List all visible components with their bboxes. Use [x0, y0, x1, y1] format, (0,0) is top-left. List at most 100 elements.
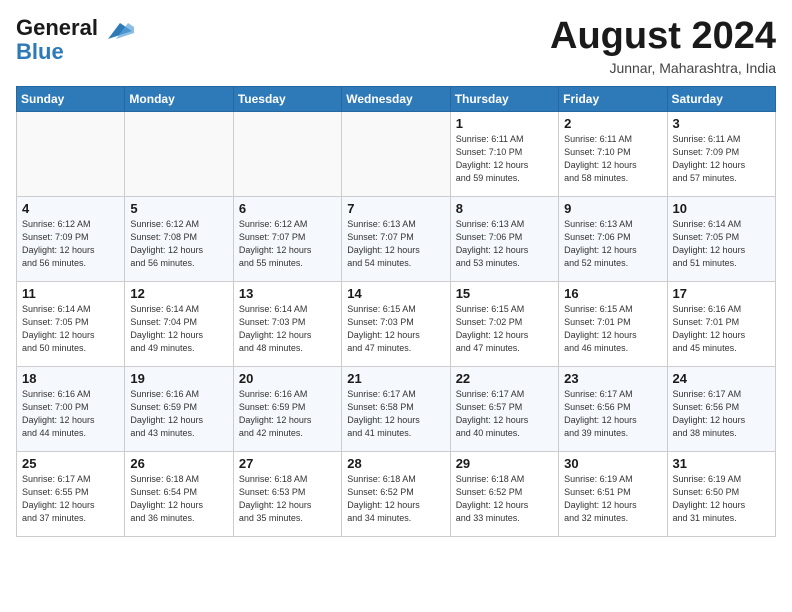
calendar-cell: 1 Sunrise: 6:11 AM Sunset: 7:10 PM Daylig…	[450, 111, 558, 196]
calendar-cell: 24 Sunrise: 6:17 AM Sunset: 6:56 PM Dayli…	[667, 366, 775, 451]
day-info: Sunrise: 6:15 AM Sunset: 7:02 PM Dayligh…	[456, 303, 553, 355]
calendar-cell: 16 Sunrise: 6:15 AM Sunset: 7:01 PM Dayli…	[559, 281, 667, 366]
day-number: 27	[239, 456, 336, 471]
day-number: 4	[22, 201, 119, 216]
calendar-cell: 20Sunrise: 6:16 AM Sunset: 6:59 PM Dayli…	[233, 366, 341, 451]
day-info: Sunrise: 6:18 AM Sunset: 6:53 PM Dayligh…	[239, 473, 336, 525]
calendar-cell: 28 Sunrise: 6:18 AM Sunset: 6:52 PM Dayli…	[342, 451, 450, 536]
logo: General Blue	[16, 16, 134, 64]
calendar-cell: 5 Sunrise: 6:12 AM Sunset: 7:08 PM Daylig…	[125, 196, 233, 281]
weekday-header-saturday: Saturday	[667, 86, 775, 111]
day-number: 12	[130, 286, 227, 301]
calendar-cell: 26Sunrise: 6:18 AM Sunset: 6:54 PM Dayli…	[125, 451, 233, 536]
calendar-cell: 3Sunrise: 6:11 AM Sunset: 7:09 PM Daylig…	[667, 111, 775, 196]
calendar-cell: 2 Sunrise: 6:11 AM Sunset: 7:10 PM Daylig…	[559, 111, 667, 196]
weekday-header-thursday: Thursday	[450, 86, 558, 111]
calendar-cell: 13 Sunrise: 6:14 AM Sunset: 7:03 PM Dayli…	[233, 281, 341, 366]
day-info: Sunrise: 6:17 AM Sunset: 6:56 PM Dayligh…	[564, 388, 661, 440]
day-number: 8	[456, 201, 553, 216]
calendar-cell: 22 Sunrise: 6:17 AM Sunset: 6:57 PM Dayli…	[450, 366, 558, 451]
day-info: Sunrise: 6:12 AM Sunset: 7:09 PM Dayligh…	[22, 218, 119, 270]
day-info: Sunrise: 6:16 AM Sunset: 7:01 PM Dayligh…	[673, 303, 770, 355]
calendar-cell: 25 Sunrise: 6:17 AM Sunset: 6:55 PM Dayli…	[17, 451, 125, 536]
calendar-cell: 15 Sunrise: 6:15 AM Sunset: 7:02 PM Dayli…	[450, 281, 558, 366]
day-number: 11	[22, 286, 119, 301]
day-info: Sunrise: 6:11 AM Sunset: 7:10 PM Dayligh…	[456, 133, 553, 185]
day-info: Sunrise: 6:14 AM Sunset: 7:05 PM Dayligh…	[22, 303, 119, 355]
calendar-cell: 29 Sunrise: 6:18 AM Sunset: 6:52 PM Dayli…	[450, 451, 558, 536]
calendar-week-4: 18Sunrise: 6:16 AM Sunset: 7:00 PM Dayli…	[17, 366, 776, 451]
day-info: Sunrise: 6:17 AM Sunset: 6:56 PM Dayligh…	[673, 388, 770, 440]
calendar-cell: 21 Sunrise: 6:17 AM Sunset: 6:58 PM Dayli…	[342, 366, 450, 451]
calendar-week-5: 25 Sunrise: 6:17 AM Sunset: 6:55 PM Dayli…	[17, 451, 776, 536]
day-info: Sunrise: 6:13 AM Sunset: 7:06 PM Dayligh…	[564, 218, 661, 270]
title-block: August 2024 Junnar, Maharashtra, India	[550, 16, 776, 76]
calendar-cell: 17 Sunrise: 6:16 AM Sunset: 7:01 PM Dayli…	[667, 281, 775, 366]
day-info: Sunrise: 6:15 AM Sunset: 7:03 PM Dayligh…	[347, 303, 444, 355]
day-number: 25	[22, 456, 119, 471]
day-number: 23	[564, 371, 661, 386]
calendar-cell: 30 Sunrise: 6:19 AM Sunset: 6:51 PM Dayli…	[559, 451, 667, 536]
weekday-header-friday: Friday	[559, 86, 667, 111]
day-info: Sunrise: 6:14 AM Sunset: 7:05 PM Dayligh…	[673, 218, 770, 270]
calendar-table: SundayMondayTuesdayWednesdayThursdayFrid…	[16, 86, 776, 537]
calendar-cell: 12Sunrise: 6:14 AM Sunset: 7:04 PM Dayli…	[125, 281, 233, 366]
calendar-cell: 6 Sunrise: 6:12 AM Sunset: 7:07 PM Daylig…	[233, 196, 341, 281]
calendar-week-1: 1 Sunrise: 6:11 AM Sunset: 7:10 PM Daylig…	[17, 111, 776, 196]
day-number: 16	[564, 286, 661, 301]
day-info: Sunrise: 6:19 AM Sunset: 6:51 PM Dayligh…	[564, 473, 661, 525]
weekday-header-monday: Monday	[125, 86, 233, 111]
weekday-header-sunday: Sunday	[17, 86, 125, 111]
day-info: Sunrise: 6:14 AM Sunset: 7:03 PM Dayligh…	[239, 303, 336, 355]
day-number: 24	[673, 371, 770, 386]
day-info: Sunrise: 6:15 AM Sunset: 7:01 PM Dayligh…	[564, 303, 661, 355]
calendar-cell: 4 Sunrise: 6:12 AM Sunset: 7:09 PM Daylig…	[17, 196, 125, 281]
day-info: Sunrise: 6:12 AM Sunset: 7:07 PM Dayligh…	[239, 218, 336, 270]
day-number: 13	[239, 286, 336, 301]
day-number: 21	[347, 371, 444, 386]
calendar-cell: 7Sunrise: 6:13 AM Sunset: 7:07 PM Daylig…	[342, 196, 450, 281]
day-number: 19	[130, 371, 227, 386]
month-title: August 2024	[550, 16, 776, 58]
calendar-cell	[342, 111, 450, 196]
day-number: 5	[130, 201, 227, 216]
day-number: 3	[673, 116, 770, 131]
day-number: 7	[347, 201, 444, 216]
day-info: Sunrise: 6:13 AM Sunset: 7:06 PM Dayligh…	[456, 218, 553, 270]
day-info: Sunrise: 6:12 AM Sunset: 7:08 PM Dayligh…	[130, 218, 227, 270]
day-info: Sunrise: 6:18 AM Sunset: 6:52 PM Dayligh…	[347, 473, 444, 525]
day-number: 31	[673, 456, 770, 471]
day-number: 2	[564, 116, 661, 131]
day-info: Sunrise: 6:17 AM Sunset: 6:57 PM Dayligh…	[456, 388, 553, 440]
day-number: 26	[130, 456, 227, 471]
day-number: 6	[239, 201, 336, 216]
day-number: 28	[347, 456, 444, 471]
weekday-header-wednesday: Wednesday	[342, 86, 450, 111]
calendar-cell: 10 Sunrise: 6:14 AM Sunset: 7:05 PM Dayli…	[667, 196, 775, 281]
day-number: 1	[456, 116, 553, 131]
calendar-cell: 8 Sunrise: 6:13 AM Sunset: 7:06 PM Daylig…	[450, 196, 558, 281]
day-number: 18	[22, 371, 119, 386]
calendar-week-3: 11 Sunrise: 6:14 AM Sunset: 7:05 PM Dayli…	[17, 281, 776, 366]
day-info: Sunrise: 6:16 AM Sunset: 6:59 PM Dayligh…	[130, 388, 227, 440]
day-info: Sunrise: 6:18 AM Sunset: 6:52 PM Dayligh…	[456, 473, 553, 525]
day-number: 30	[564, 456, 661, 471]
day-info: Sunrise: 6:11 AM Sunset: 7:10 PM Dayligh…	[564, 133, 661, 185]
location-subtitle: Junnar, Maharashtra, India	[550, 60, 776, 76]
day-number: 17	[673, 286, 770, 301]
day-number: 10	[673, 201, 770, 216]
calendar-cell: 27 Sunrise: 6:18 AM Sunset: 6:53 PM Dayli…	[233, 451, 341, 536]
day-number: 22	[456, 371, 553, 386]
day-info: Sunrise: 6:17 AM Sunset: 6:55 PM Dayligh…	[22, 473, 119, 525]
calendar-cell: 18Sunrise: 6:16 AM Sunset: 7:00 PM Dayli…	[17, 366, 125, 451]
weekday-header-tuesday: Tuesday	[233, 86, 341, 111]
day-number: 29	[456, 456, 553, 471]
calendar-cell: 14 Sunrise: 6:15 AM Sunset: 7:03 PM Dayli…	[342, 281, 450, 366]
day-number: 20	[239, 371, 336, 386]
calendar-cell	[125, 111, 233, 196]
day-number: 14	[347, 286, 444, 301]
day-number: 15	[456, 286, 553, 301]
day-info: Sunrise: 6:17 AM Sunset: 6:58 PM Dayligh…	[347, 388, 444, 440]
calendar-cell: 23 Sunrise: 6:17 AM Sunset: 6:56 PM Dayli…	[559, 366, 667, 451]
calendar-cell: 9Sunrise: 6:13 AM Sunset: 7:06 PM Daylig…	[559, 196, 667, 281]
